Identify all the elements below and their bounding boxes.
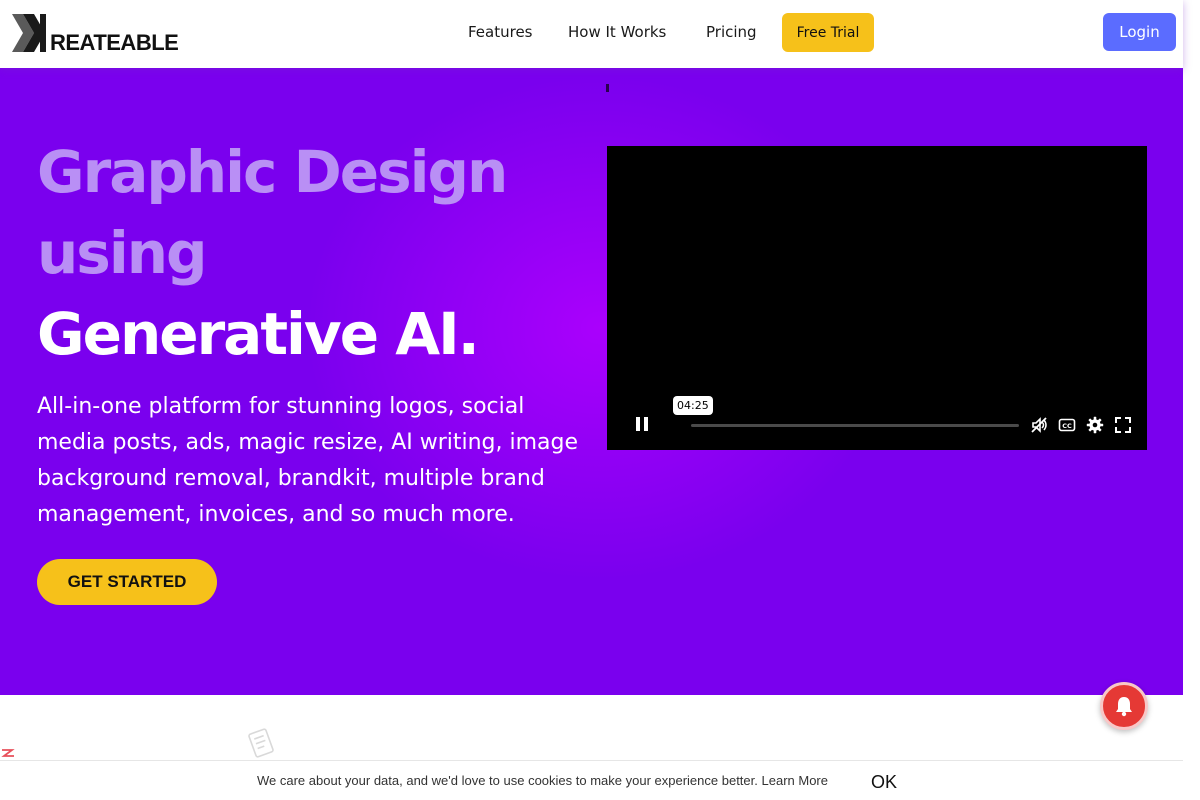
hero-title-line-3: Generative AI. [37, 300, 480, 368]
settings-icon[interactable] [1086, 416, 1104, 434]
bell-icon [1116, 697, 1132, 717]
video-time-tooltip: 04:25 [673, 396, 713, 415]
free-trial-button[interactable]: Free Trial [782, 13, 874, 52]
cookie-message-text: We care about your data, and we'd love t… [257, 773, 758, 788]
nav-link-features[interactable]: Features [468, 23, 533, 41]
hero-section: Graphic Design using Generative AI. All-… [0, 68, 1183, 695]
no-audio-icon[interactable] [1030, 416, 1048, 434]
cookie-ok-button[interactable]: OK [862, 769, 906, 795]
get-started-button[interactable]: GET STARTED [37, 559, 217, 605]
logo-text: REATEABLE [50, 30, 179, 55]
fullscreen-icon[interactable] [1114, 416, 1132, 434]
logo-mark-icon [12, 14, 46, 52]
hero-title-line-2: using [37, 219, 208, 287]
cookie-consent-bar: We care about your data, and we'd love t… [0, 760, 1183, 800]
video-player[interactable]: 04:25 CC [607, 146, 1147, 450]
nav-link-how-it-works[interactable]: How It Works [568, 23, 666, 41]
login-button[interactable]: Login [1103, 13, 1176, 51]
cookie-message: We care about your data, and we'd love t… [257, 773, 828, 788]
page-right-edge [1183, 0, 1200, 800]
divider-mark [606, 84, 609, 92]
site-header: REATEABLE Features How It Works Pricing … [0, 0, 1183, 68]
pause-icon[interactable] [635, 417, 651, 433]
notification-bell-button[interactable] [1100, 682, 1148, 730]
cookie-learn-more-link[interactable]: Learn More [762, 773, 828, 788]
decorative-document-icon [248, 728, 274, 758]
video-progress-bar[interactable] [691, 424, 1019, 427]
hero-description: All-in-one platform for stunning logos, … [37, 394, 579, 527]
nav-link-pricing[interactable]: Pricing [706, 23, 757, 41]
svg-text:CC: CC [1062, 422, 1072, 430]
captions-icon[interactable]: CC [1058, 416, 1076, 434]
site-logo[interactable]: REATEABLE [12, 12, 192, 56]
hero-title: Graphic Design using Generative AI. [37, 132, 597, 375]
hero-title-line-1: Graphic Design [37, 138, 508, 206]
